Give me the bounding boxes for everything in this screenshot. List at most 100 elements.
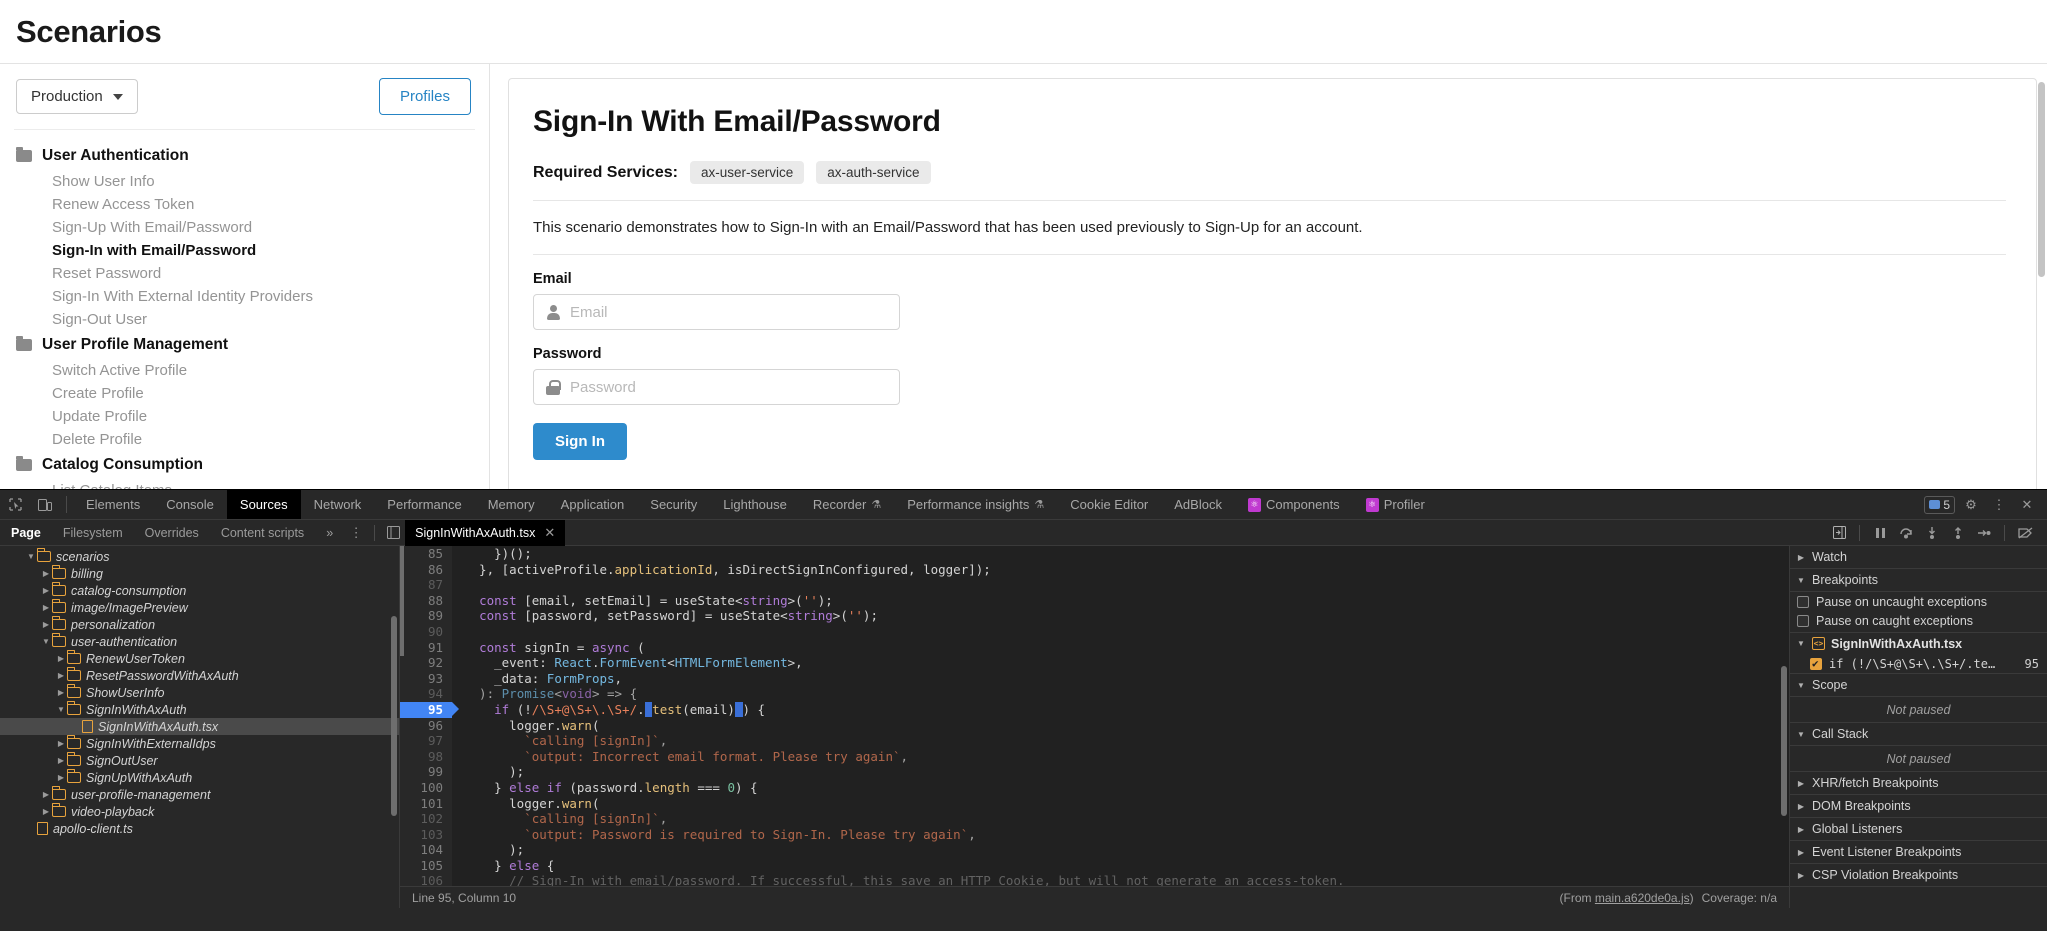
devtools-tab-network[interactable]: Network (301, 490, 375, 519)
messages-badge[interactable]: 5 (1924, 496, 1955, 514)
code-line[interactable]: 96 logger.warn( (400, 718, 1789, 734)
devtools-tab-console[interactable]: Console (153, 490, 227, 519)
scenario-item[interactable]: Create Profile (14, 382, 475, 405)
profiles-button[interactable]: Profiles (379, 78, 471, 115)
navigator-subtab-page[interactable]: Page (0, 520, 52, 546)
scenario-item[interactable]: Renew Access Token (14, 193, 475, 216)
section-dom-breakpoints[interactable]: ▶DOM Breakpoints (1790, 795, 2047, 818)
devtools-tab-cookie-editor[interactable]: Cookie Editor (1057, 490, 1161, 519)
line-number[interactable]: 98 (400, 749, 452, 765)
gear-icon[interactable]: ⚙ (1959, 494, 1983, 516)
environment-select[interactable]: Production (16, 79, 138, 114)
pause-caught-exceptions-row[interactable]: Pause on caught exceptions (1790, 611, 2047, 633)
scenario-group-0[interactable]: User Authentication (14, 142, 475, 170)
devtools-tab-adblock[interactable]: AdBlock (1161, 490, 1235, 519)
devtools-tab-security[interactable]: Security (637, 490, 710, 519)
devtools-tab-performance-insights[interactable]: Performance insights⚗ (894, 490, 1057, 519)
tree-file-signinwithaxauth-tsx[interactable]: SignInWithAxAuth.tsx (0, 718, 399, 735)
code-line[interactable]: 88 const [email, setEmail] = useState<st… (400, 593, 1789, 609)
scenario-item[interactable]: Update Profile (14, 405, 475, 428)
code-line[interactable]: 105 } else { (400, 858, 1789, 874)
tree-folder-scenarios[interactable]: ▼scenarios (0, 548, 399, 565)
line-number[interactable]: 102 (400, 811, 452, 827)
scenario-item[interactable]: Sign-Out User (14, 308, 475, 331)
scenario-item[interactable]: Reset Password (14, 262, 475, 285)
line-number[interactable]: 101 (400, 796, 452, 812)
devtools-tab-profiler[interactable]: ⚛Profiler (1353, 490, 1438, 519)
code-line[interactable]: 97 `calling [signIn]`, (400, 733, 1789, 749)
section-breakpoints[interactable]: ▼ Breakpoints (1790, 569, 2047, 592)
navigator-subtab-filesystem[interactable]: Filesystem (52, 520, 134, 546)
breakpoint-file-row[interactable]: ▼ <> SignInWithAxAuth.tsx (1790, 633, 2047, 654)
devtools-tab-recorder[interactable]: Recorder⚗ (800, 490, 894, 519)
editor-scrollbar[interactable] (1781, 666, 1787, 816)
scenario-group-1[interactable]: User Profile Management (14, 331, 475, 359)
code-line[interactable]: 98 `output: Incorrect email format. Plea… (400, 749, 1789, 765)
code-line[interactable]: 102 `calling [signIn]`, (400, 811, 1789, 827)
scenario-item[interactable]: Switch Active Profile (14, 359, 475, 382)
tree-folder-video-playback[interactable]: ▶video-playback (0, 803, 399, 820)
sign-in-button[interactable]: Sign In (533, 423, 627, 460)
tree-folder-signinwithaxauth[interactable]: ▼SignInWithAxAuth (0, 701, 399, 718)
code-line[interactable]: 91 const signIn = async ( (400, 640, 1789, 656)
section-scope[interactable]: ▼ Scope (1790, 674, 2047, 697)
more-options-icon[interactable]: ⋮ (1987, 494, 2011, 516)
tree-folder-signoutuser[interactable]: ▶SignOutUser (0, 752, 399, 769)
source-map-link[interactable]: main.a620de0a.js (1595, 891, 1690, 905)
code-line[interactable]: 103 `output: Password is required to Sig… (400, 827, 1789, 843)
code-line[interactable]: 104 ); (400, 842, 1789, 858)
line-number[interactable]: 105 (400, 858, 452, 874)
section-csp-violation-breakpoints[interactable]: ▶CSP Violation Breakpoints (1790, 864, 2047, 887)
scenario-item[interactable]: Sign-Up With Email/Password (14, 216, 475, 239)
code-line[interactable]: 89 const [password, setPassword] = useSt… (400, 608, 1789, 624)
email-input[interactable] (570, 304, 887, 321)
line-number[interactable]: 92 (400, 655, 452, 671)
toggle-debugger-sidebar-icon[interactable] (1827, 522, 1851, 544)
devtools-tab-lighthouse[interactable]: Lighthouse (710, 490, 800, 519)
scenario-group-2[interactable]: Catalog Consumption (14, 451, 475, 479)
tree-folder-renewusertoken[interactable]: ▶RenewUserToken (0, 650, 399, 667)
pause-uncaught-exceptions-row[interactable]: Pause on uncaught exceptions (1790, 592, 2047, 611)
code-line[interactable]: 95 if (!/\S+@\S+\.\S+/. test(email) ) { (400, 702, 1789, 718)
password-input-wrap[interactable] (533, 369, 900, 405)
code-line[interactable]: 85 })(); (400, 546, 1789, 562)
close-icon[interactable]: ✕ (2015, 494, 2039, 516)
line-number[interactable]: 94 (400, 686, 452, 702)
line-number[interactable]: 87 (400, 577, 452, 593)
scenario-item[interactable]: Sign-In With External Identity Providers (14, 285, 475, 308)
code-line[interactable]: 101 logger.warn( (400, 796, 1789, 812)
navigator-subtab-»[interactable]: » (315, 520, 344, 546)
scenario-item[interactable]: Delete Profile (14, 428, 475, 451)
line-number[interactable]: 88 (400, 593, 452, 609)
navigator-subtab-content-scripts[interactable]: Content scripts (210, 520, 315, 546)
toggle-navigator-icon[interactable] (381, 522, 405, 544)
tree-folder-billing[interactable]: ▶billing (0, 565, 399, 582)
code-line[interactable]: 86 }, [activeProfile.applicationId, isDi… (400, 562, 1789, 578)
code-line[interactable]: 94 ): Promise<void> => { (400, 686, 1789, 702)
code-line[interactable]: 100 } else if (password.length === 0) { (400, 780, 1789, 796)
tree-folder-resetpasswordwithaxauth[interactable]: ▶ResetPasswordWithAxAuth (0, 667, 399, 684)
line-number[interactable]: 85 (400, 546, 452, 562)
devtools-tab-elements[interactable]: Elements (73, 490, 153, 519)
step-icon[interactable] (1972, 522, 1996, 544)
close-icon[interactable]: ✕ (544, 520, 555, 546)
line-number[interactable]: 99 (400, 764, 452, 780)
tree-folder-signinwithexternalidps[interactable]: ▶SignInWithExternalIdps (0, 735, 399, 752)
devtools-tab-sources[interactable]: Sources (227, 490, 301, 519)
scenario-item[interactable]: Sign-In with Email/Password (14, 239, 475, 262)
checkbox[interactable] (1797, 615, 1809, 627)
line-number[interactable]: 97 (400, 733, 452, 749)
line-number[interactable]: 89 (400, 608, 452, 624)
tree-folder-user-authentication[interactable]: ▼user-authentication (0, 633, 399, 650)
line-number[interactable]: 104 (400, 842, 452, 858)
section-xhr-fetch-breakpoints[interactable]: ▶XHR/fetch Breakpoints (1790, 772, 2047, 795)
navigator-scrollbar[interactable] (391, 616, 397, 816)
detail-scrollbar[interactable] (2038, 82, 2045, 277)
checkbox[interactable] (1797, 596, 1809, 608)
file-tab-signinwithaxauth[interactable]: SignInWithAxAuth.tsx ✕ (405, 520, 565, 546)
deactivate-breakpoints-icon[interactable] (2013, 522, 2037, 544)
code-line[interactable]: 90 (400, 624, 1789, 640)
tree-folder-showuserinfo[interactable]: ▶ShowUserInfo (0, 684, 399, 701)
editor-left-scrollbar[interactable] (400, 546, 404, 656)
line-number[interactable]: 86 (400, 562, 452, 578)
